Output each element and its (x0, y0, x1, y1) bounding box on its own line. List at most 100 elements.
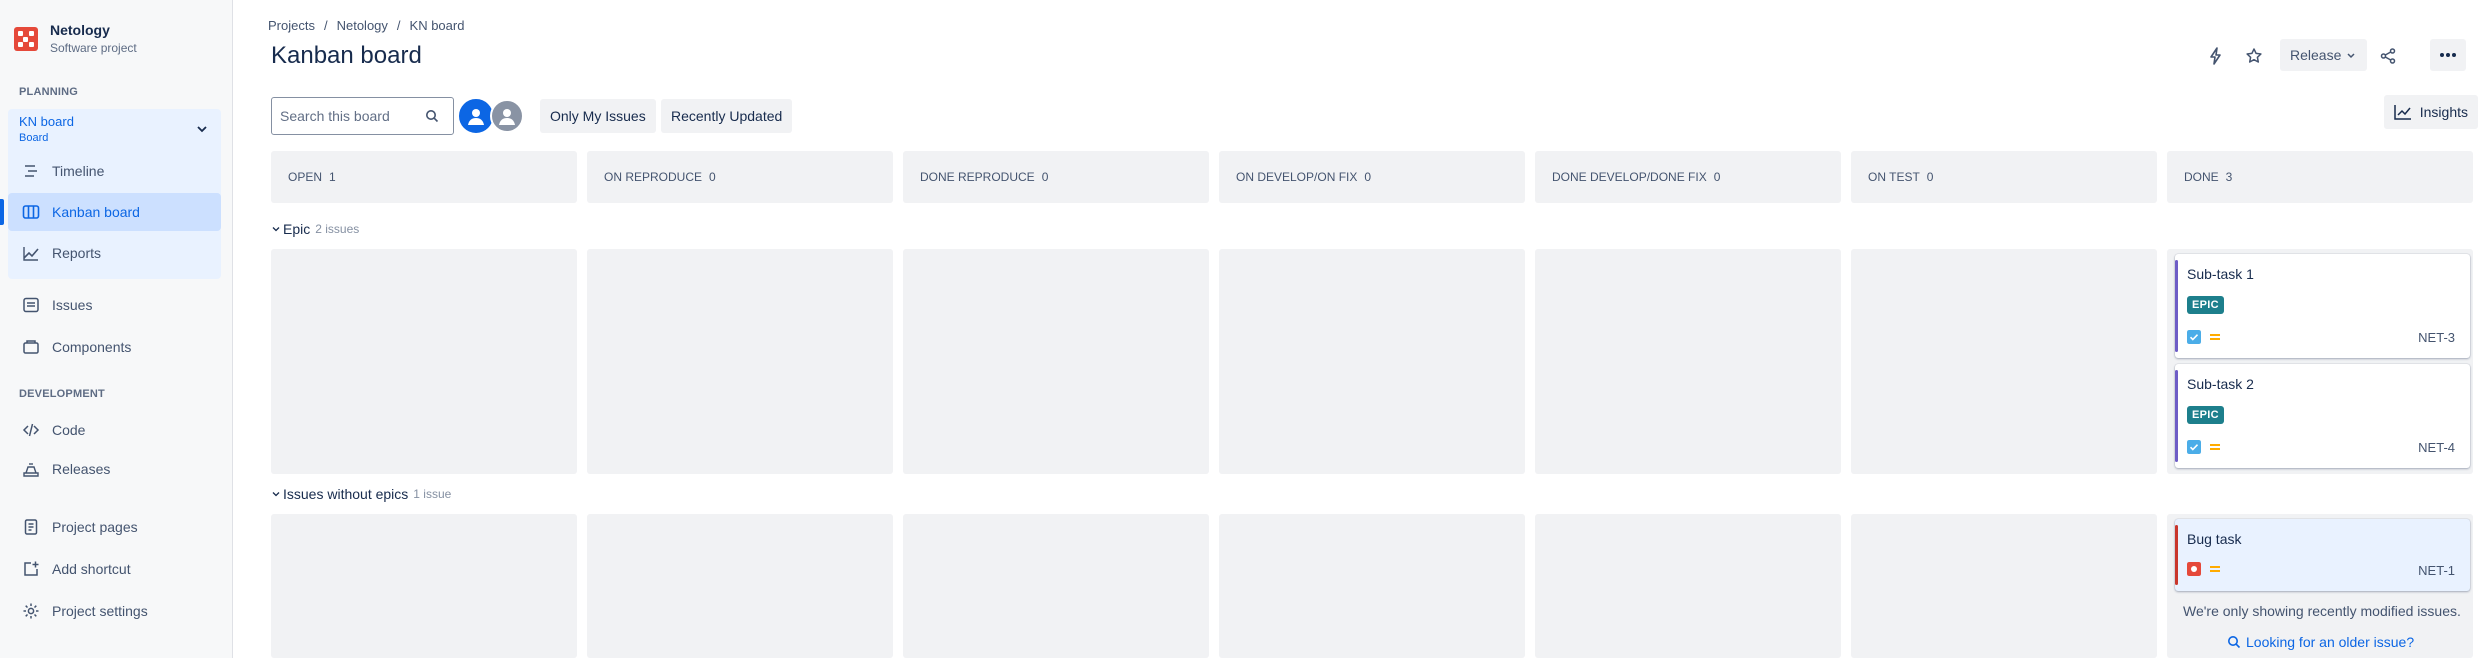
sidebar-item-reports[interactable]: Reports (8, 234, 221, 272)
planning-heading: PLANNING (19, 86, 79, 98)
sidebar-item-project-pages[interactable]: Project pages (8, 508, 221, 546)
sidebar-item-label: Project settings (52, 603, 148, 619)
recently-updated-button[interactable]: Recently Updated (661, 99, 793, 133)
issue-card[interactable]: Sub-task 2 EPIC NET-4 (2175, 364, 2470, 468)
column-count: 0 (1926, 170, 1934, 184)
sidebar: Netology Software project PLANNING KN bo… (0, 0, 233, 658)
card-stripe (2175, 525, 2178, 585)
avatar[interactable] (459, 99, 493, 133)
swimlane-count: 2 issues (315, 222, 360, 236)
card-stripe (2175, 260, 2178, 352)
older-issue-link[interactable]: Looking for an older issue? (2227, 634, 2414, 650)
star-button[interactable] (2238, 40, 2270, 72)
insights-icon (2394, 105, 2411, 120)
board-cell (271, 249, 577, 474)
timeline-icon (25, 165, 37, 177)
board-cell (1851, 514, 2157, 658)
issues-icon (23, 297, 39, 313)
search-icon[interactable] (425, 109, 439, 123)
release-button[interactable]: Release (2280, 39, 2368, 71)
search-box (271, 97, 454, 135)
active-indicator (0, 199, 4, 225)
sidebar-item-issues[interactable]: Issues (8, 286, 221, 324)
chevron-down-icon (272, 227, 280, 232)
components-icon (23, 340, 39, 354)
sidebar-item-code[interactable]: Code (8, 411, 221, 449)
sidebar-item-releases[interactable]: Releases (8, 450, 221, 488)
board-cell (1535, 514, 1841, 658)
board-cell (1219, 249, 1525, 474)
swimlane-name: Issues without epics (283, 486, 409, 502)
board-name: KN board (19, 114, 74, 129)
sidebar-item-timeline[interactable]: Timeline (8, 152, 221, 190)
swimlane-header-no-epic[interactable]: Issues without epics 1 issue (271, 486, 451, 502)
sidebar-item-label: Add shortcut (52, 561, 131, 577)
issue-card[interactable]: Sub-task 1 EPIC NET-3 (2175, 254, 2470, 358)
column-count: 1 (329, 170, 336, 184)
column-count: 0 (1713, 170, 1721, 184)
settings-icon (23, 603, 39, 619)
board-cell (1851, 249, 2157, 474)
priority-medium-icon (2210, 444, 2220, 450)
automation-button[interactable] (2200, 40, 2232, 72)
board-cell (271, 514, 577, 658)
subtask-icon (2187, 330, 2201, 344)
board-cell (587, 514, 893, 658)
sidebar-item-label: Kanban board (52, 204, 140, 220)
add-shortcut-icon (24, 561, 39, 576)
column-name: OPEN (288, 170, 323, 184)
epic-label: EPIC (2187, 406, 2224, 424)
sidebar-item-label: Components (52, 339, 132, 355)
star-icon (2246, 48, 2262, 63)
column-count: 3 (2225, 170, 2233, 184)
board-cell (587, 249, 893, 474)
lightning-icon (2210, 47, 2221, 65)
user-icon (499, 109, 515, 125)
column-name: ON REPRODUCE (604, 170, 703, 184)
column-name: ON TEST (1868, 170, 1920, 184)
sidebar-item-label: Releases (52, 461, 111, 477)
issue-key: NET-4 (2418, 440, 2455, 455)
issue-card[interactable]: Bug task NET-1 (2175, 519, 2470, 591)
share-button[interactable] (2372, 40, 2404, 72)
development-heading: DEVELOPMENT (19, 388, 105, 400)
column-header[interactable]: DONE REPRODUCE 0 (903, 151, 1209, 203)
share-icon (2380, 48, 2396, 64)
pages-icon (24, 519, 38, 535)
search-input[interactable] (280, 108, 425, 124)
sidebar-item-kanban-board[interactable]: Kanban board (8, 193, 221, 231)
more-actions-button[interactable] (2430, 39, 2466, 71)
chevron-down-icon[interactable] (196, 123, 208, 135)
priority-medium-icon (2210, 566, 2220, 572)
breadcrumb-board[interactable]: KN board (410, 18, 465, 33)
sidebar-item-project-settings[interactable]: Project settings (8, 592, 221, 630)
avatar[interactable] (490, 99, 524, 133)
only-my-issues-button[interactable]: Only My Issues (540, 99, 656, 133)
column-header[interactable]: DONE 3 (2167, 151, 2473, 203)
insights-button[interactable]: Insights (2383, 95, 2478, 129)
search-icon (2228, 636, 2241, 649)
column-count: 0 (1041, 170, 1049, 184)
breadcrumb-projects[interactable]: Projects (268, 18, 315, 33)
breadcrumb-project[interactable]: Netology (337, 18, 388, 33)
column-header[interactable]: ON TEST 0 (1851, 151, 2157, 203)
column-header[interactable]: OPEN 1 (271, 151, 577, 203)
project-header[interactable]: Netology Software project (14, 20, 137, 56)
releases-icon (23, 463, 39, 477)
sidebar-item-components[interactable]: Components (8, 328, 221, 366)
column-count: 0 (709, 170, 716, 184)
issue-key: NET-1 (2418, 563, 2455, 578)
user-icon (468, 109, 484, 125)
column-header[interactable]: ON DEVELOP/ON FIX 0 (1219, 151, 1525, 203)
board-switcher[interactable]: KN board Board (19, 113, 74, 145)
column-header[interactable]: DONE DEVELOP/DONE FIX 0 (1535, 151, 1841, 203)
sidebar-item-add-shortcut[interactable]: Add shortcut (8, 550, 221, 588)
more-icon (2440, 53, 2456, 57)
board-cell (903, 514, 1209, 658)
card-title: Bug task (2187, 531, 2242, 547)
swimlane-header-epic[interactable]: Epic 2 issues (271, 221, 359, 237)
column-header[interactable]: ON REPRODUCE 0 (587, 151, 893, 203)
priority-medium-icon (2210, 334, 2220, 340)
page-title: Kanban board (271, 42, 422, 69)
code-icon (22, 423, 40, 437)
